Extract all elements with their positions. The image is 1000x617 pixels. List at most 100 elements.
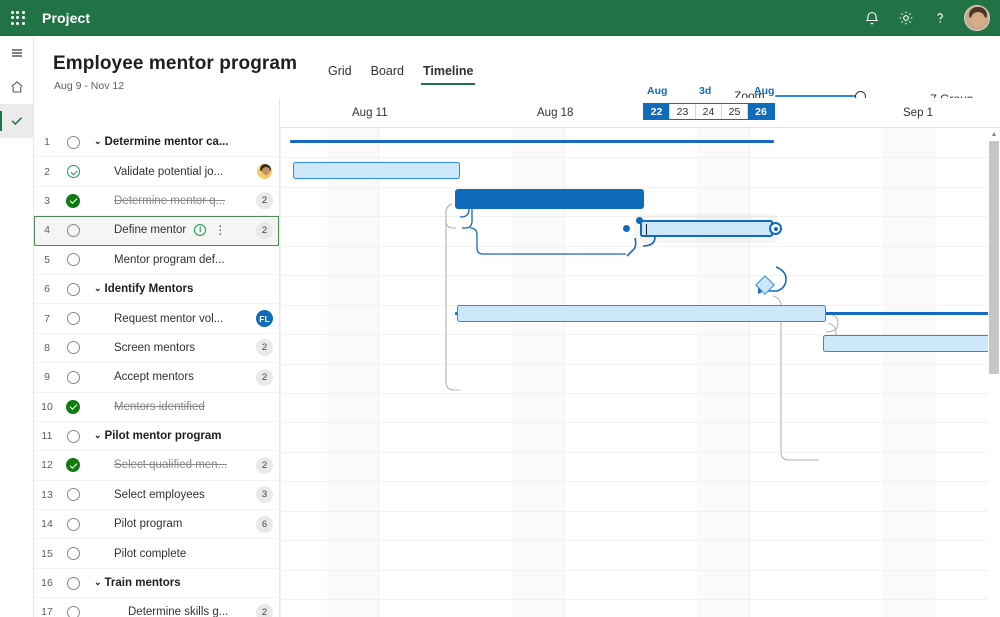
task-checkbox[interactable]	[60, 283, 86, 296]
row-number: 17	[34, 606, 60, 617]
timeline-month-marker: Aug	[754, 85, 774, 97]
scrollbar-thumb[interactable]	[989, 141, 999, 374]
day-cell-23[interactable]: 23	[670, 104, 696, 119]
task-checkbox[interactable]	[60, 458, 86, 472]
table-row[interactable]: 10 Mentors identified	[34, 393, 279, 422]
gantt-bar-selected[interactable]	[640, 220, 773, 237]
assignee-count-badge[interactable]: 2	[256, 192, 273, 209]
gantt-resize-handle[interactable]	[769, 222, 782, 235]
task-checkbox[interactable]	[60, 312, 86, 325]
assignee-count-badge[interactable]: 2	[256, 339, 273, 356]
assignee-count-badge[interactable]: 3	[256, 486, 273, 503]
table-row[interactable]: 1 ⌄Determine mentor ca...	[34, 128, 279, 157]
task-checkbox[interactable]	[60, 606, 86, 617]
table-row[interactable]: 11 ⌄Pilot mentor program	[34, 422, 279, 451]
assignee-avatar[interactable]	[256, 163, 273, 180]
day-cell-26[interactable]: 26	[748, 104, 774, 119]
row-number: 6	[34, 283, 60, 295]
gantt-bar[interactable]	[293, 162, 460, 179]
timeline-week-label: Sep 1	[903, 107, 933, 119]
question-mark-icon[interactable]	[924, 2, 956, 34]
assignee-initials-badge[interactable]: FL	[256, 310, 273, 327]
gantt-chart[interactable]	[280, 128, 1000, 617]
vertical-scrollbar[interactable]: ▲	[988, 128, 1000, 617]
tab-grid[interactable]: Grid	[326, 60, 354, 85]
task-name: Pilot complete	[114, 548, 186, 560]
task-checkbox[interactable]	[60, 547, 86, 560]
table-row[interactable]: 16 ⌄Train mentors	[34, 569, 279, 598]
task-checkbox[interactable]	[60, 430, 86, 443]
assignee-count-badge[interactable]: 6	[256, 516, 273, 533]
task-checkbox[interactable]	[60, 136, 86, 149]
task-name: Mentors identified	[114, 401, 205, 413]
gear-icon[interactable]	[890, 2, 922, 34]
row-number: 2	[34, 166, 60, 178]
tab-timeline[interactable]: Timeline	[421, 60, 475, 85]
assignee-count-badge[interactable]: 2	[256, 604, 273, 617]
table-row[interactable]: 9 Accept mentors 2	[34, 363, 279, 392]
table-row[interactable]: 12 Select qualified men... 2	[34, 451, 279, 480]
task-name: Request mentor vol...	[114, 313, 223, 325]
assignee-count-badge[interactable]: 2	[256, 222, 273, 239]
day-cell-25[interactable]: 25	[722, 104, 748, 119]
bell-icon[interactable]	[856, 2, 888, 34]
table-row[interactable]: 14 Pilot program 6	[34, 510, 279, 539]
hamburger-icon[interactable]	[0, 36, 34, 70]
row-meta: 2	[256, 216, 279, 244]
assignee-count-badge[interactable]: 2	[256, 369, 273, 386]
task-checkbox[interactable]	[60, 371, 86, 384]
row-actions: i ⋮	[194, 224, 226, 236]
gantt-bar[interactable]	[457, 305, 826, 322]
task-checkbox[interactable]	[60, 577, 86, 590]
task-checkbox[interactable]	[60, 165, 86, 178]
chevron-down-icon[interactable]: ⌄	[94, 577, 102, 588]
task-checkbox[interactable]	[60, 253, 86, 266]
sidebar-item-tasks[interactable]	[0, 104, 34, 138]
day-cell-24[interactable]: 24	[696, 104, 722, 119]
chevron-up-icon[interactable]: ▲	[988, 128, 1000, 140]
table-row[interactable]: 13 Select employees 3	[34, 481, 279, 510]
table-row-selected[interactable]: 4 Define mentor i ⋮ 2	[34, 216, 279, 245]
task-list: 1 ⌄Determine mentor ca... 2 Validate pot…	[34, 128, 280, 617]
task-name: Determine skills g...	[128, 606, 228, 617]
tab-board[interactable]: Board	[369, 60, 406, 85]
home-icon[interactable]	[0, 70, 34, 104]
task-column-header	[34, 98, 280, 128]
day-cell-22[interactable]: 22	[644, 104, 670, 119]
avatar[interactable]	[964, 5, 990, 31]
table-row[interactable]: 15 Pilot complete	[34, 539, 279, 568]
row-number: 1	[34, 136, 60, 148]
more-options-icon[interactable]: ⋮	[214, 226, 226, 234]
table-row[interactable]: 7 Request mentor vol... FL	[34, 304, 279, 333]
timeline-header: Aug 11 Aug 18 Sep 1 Aug 3d Aug 22 23 24 …	[34, 98, 1000, 128]
left-nav-rail	[0, 36, 34, 617]
gantt-link-point[interactable]	[623, 225, 630, 232]
task-checkbox[interactable]	[60, 518, 86, 531]
table-row[interactable]: 2 Validate potential jo...	[34, 157, 279, 186]
task-checkbox[interactable]	[60, 224, 86, 237]
table-row[interactable]: 6 ⌄Identify Mentors	[34, 275, 279, 304]
gantt-bar-critical[interactable]	[455, 189, 644, 209]
task-checkbox[interactable]	[60, 400, 86, 414]
chevron-down-icon[interactable]: ⌄	[94, 136, 102, 147]
task-name: Define mentor	[114, 224, 186, 236]
task-checkbox[interactable]	[60, 194, 86, 208]
task-checkbox[interactable]	[60, 341, 86, 354]
task-name: Validate potential jo...	[114, 166, 223, 178]
table-row[interactable]: 8 Screen mentors 2	[34, 334, 279, 363]
chevron-down-icon[interactable]: ⌄	[94, 430, 102, 441]
gantt-bar[interactable]	[823, 335, 1000, 352]
task-checkbox[interactable]	[60, 488, 86, 501]
task-name: ⌄Pilot mentor program	[94, 430, 221, 442]
table-row[interactable]: 3 Determine mentor q... 2	[34, 187, 279, 216]
chevron-down-icon[interactable]: ⌄	[94, 283, 102, 294]
app-launcher-icon[interactable]	[0, 0, 36, 36]
row-number: 9	[34, 371, 60, 383]
task-name: ⌄Identify Mentors	[94, 283, 193, 295]
info-icon[interactable]: i	[194, 224, 206, 236]
table-row[interactable]: 17 Determine skills g... 2	[34, 598, 279, 617]
assignee-count-badge[interactable]: 2	[256, 457, 273, 474]
table-row[interactable]: 5 Mentor program def...	[34, 246, 279, 275]
gantt-summary-bar[interactable]	[290, 140, 774, 143]
row-meta	[256, 157, 279, 185]
